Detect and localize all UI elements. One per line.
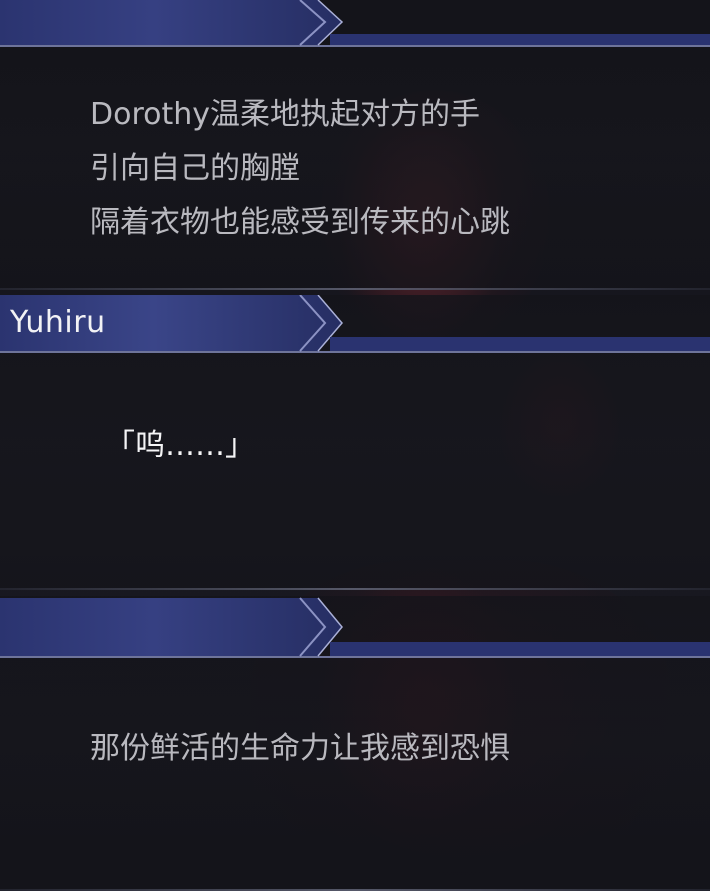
game-scene: Dorothy温柔地执起对方的手 引向自己的胸膛 隔着衣物也能感受到传来的心跳 (0, 0, 710, 891)
narration-line: 引向自己的胸膛 (90, 151, 300, 186)
nameplate-band-2: Yuhiru (0, 295, 710, 353)
speaker-name: Yuhiru (10, 305, 106, 340)
nameplate-band-1 (0, 0, 710, 58)
narration-line: 隔着衣物也能感受到传来的心跳 (90, 205, 510, 240)
nameplate-band-3 (0, 596, 710, 658)
dialog-box-2[interactable]: Yuhiru 「呜……」 (0, 295, 710, 590)
dialog-box-3[interactable]: 那份鲜活的生命力让我感到恐惧 (0, 596, 710, 891)
narration-line: 那份鲜活的生命力让我感到恐惧 (90, 731, 510, 766)
narration-line: Dorothy温柔地执起对方的手 (90, 97, 481, 132)
dialog-box-1[interactable]: Dorothy温柔地执起对方的手 引向自己的胸膛 隔着衣物也能感受到传来的心跳 (0, 0, 710, 290)
speech-line: 「呜……」 (105, 428, 255, 463)
